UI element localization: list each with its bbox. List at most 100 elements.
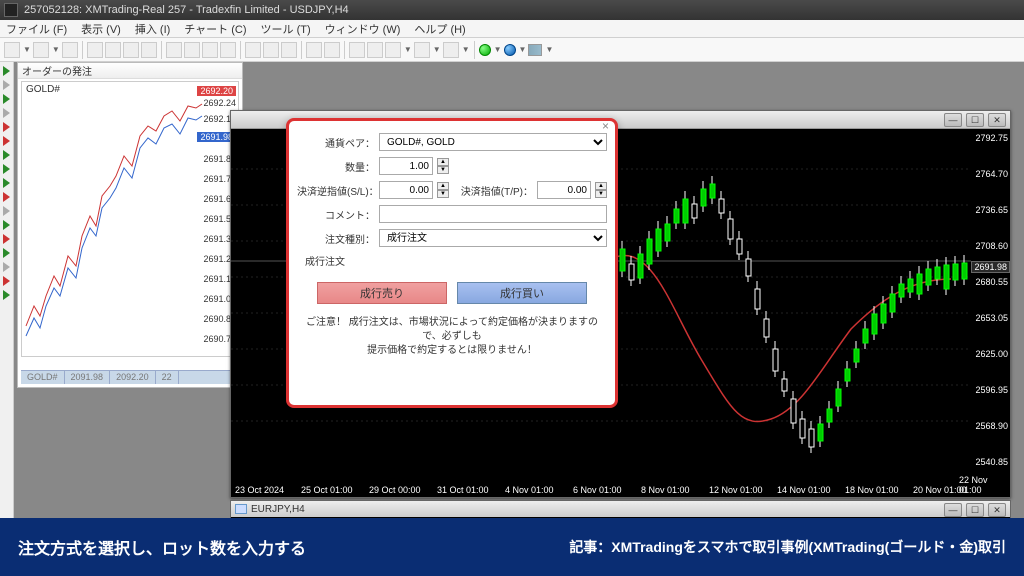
- x-tick: 25 Oct 01:00: [301, 485, 353, 495]
- tool-meta-icon[interactable]: [184, 42, 200, 58]
- minimize-icon[interactable]: —: [944, 503, 962, 517]
- sidebar-down-icon: [3, 136, 10, 146]
- comment-label: コメント：: [297, 207, 375, 222]
- minichart-icon[interactable]: [528, 44, 542, 56]
- tick-price: 2692.24: [203, 98, 236, 108]
- tp-label: 決済指値(T/P)：: [453, 183, 533, 198]
- menu-insert[interactable]: 挿入 (I): [135, 21, 170, 37]
- caption-right: 記事：XMTradingをスマホで取引事例(XMTrading(ゴールド・金)取…: [569, 537, 1006, 557]
- x-tick: 23 Oct 2024: [235, 485, 284, 495]
- tp-input[interactable]: [537, 181, 591, 199]
- sidebar-up-icon: [3, 94, 10, 104]
- tool-expert-icon[interactable]: [202, 42, 218, 58]
- tool-template-icon[interactable]: [443, 42, 459, 58]
- sl-label: 決済逆指値(S/L)：: [297, 183, 375, 198]
- tool-profiles-icon[interactable]: [62, 42, 78, 58]
- y-tick: 2680.55: [975, 277, 1008, 287]
- sidebar-up-icon: [3, 150, 10, 160]
- y-tick: 2764.70: [975, 169, 1008, 179]
- tool-order-icon[interactable]: [166, 42, 182, 58]
- tool-candle-icon[interactable]: [263, 42, 279, 58]
- y-tick: 2736.65: [975, 205, 1008, 215]
- tool-period-icon[interactable]: [414, 42, 430, 58]
- menu-file[interactable]: ファイル (F): [6, 21, 67, 37]
- sub-chart-label: EURJPY,H4: [251, 504, 305, 515]
- x-tick: 18 Nov 01:00: [845, 485, 899, 495]
- chart-doc-icon: [235, 504, 247, 514]
- tick-chart: GOLD# 2692.20 2691.98 2692.24 2692.12 26…: [21, 81, 239, 357]
- tick-symbol: GOLD#: [26, 84, 60, 95]
- minimize-icon[interactable]: —: [944, 113, 962, 127]
- tool-new-icon[interactable]: [4, 42, 20, 58]
- y-tick: 2625.00: [975, 349, 1008, 359]
- autotrade-icon[interactable]: [479, 44, 491, 56]
- tool-ind-icon[interactable]: [385, 42, 401, 58]
- sl-input[interactable]: [379, 181, 433, 199]
- sl-spinner[interactable]: ▲▼: [437, 182, 449, 198]
- order-tab[interactable]: GOLD#: [21, 371, 65, 384]
- close-icon[interactable]: ✕: [988, 113, 1006, 127]
- tool-strategy-icon[interactable]: [141, 42, 157, 58]
- sell-button[interactable]: 成行売り: [317, 282, 447, 304]
- close-icon[interactable]: ✕: [988, 503, 1006, 517]
- titlebar: 257052128: XMTrading-Real 257 - Tradexfi…: [0, 0, 1024, 20]
- tool-zoomin-icon[interactable]: [306, 42, 322, 58]
- x-tick: 4 Nov 01:00: [505, 485, 554, 495]
- order-panel: オーダーの発注 GOLD# 2692.20 2691.98 2692.24 26…: [17, 62, 243, 388]
- menu-chart[interactable]: チャート (C): [184, 21, 246, 37]
- tp-spinner[interactable]: ▲▼: [595, 182, 607, 198]
- tool-nav-icon[interactable]: [105, 42, 121, 58]
- order-type-select[interactable]: 成行注文: [379, 229, 607, 247]
- menu-tools[interactable]: ツール (T): [261, 21, 311, 37]
- symbol-select[interactable]: GOLD#, GOLD: [379, 133, 607, 151]
- sidebar-down-icon: [3, 192, 10, 202]
- app-title: 257052128: XMTrading-Real 257 - Tradexfi…: [24, 4, 349, 16]
- volume-label: 数量：: [297, 159, 375, 174]
- x-tick: 29 Oct 00:00: [369, 485, 421, 495]
- dialog-note: ご注意！ 成行注文は、市場状況によって約定価格が決まりますので、必ずしも提示価格…: [289, 316, 615, 358]
- ask-badge: 2692.20: [197, 86, 236, 96]
- comment-input[interactable]: [379, 205, 607, 223]
- x-tick: 6 Nov 01:00: [573, 485, 622, 495]
- menu-window[interactable]: ウィンドウ (W): [325, 21, 401, 37]
- y-tick: 2653.05: [975, 313, 1008, 323]
- tool-shift-icon[interactable]: [367, 42, 383, 58]
- volume-spinner[interactable]: ▲▼: [437, 158, 449, 174]
- tool-line-icon[interactable]: [281, 42, 297, 58]
- tool-zoomout-icon[interactable]: [324, 42, 340, 58]
- tool-bar-icon[interactable]: [245, 42, 261, 58]
- maximize-icon[interactable]: ☐: [966, 113, 984, 127]
- x-tick: 8 Nov 01:00: [641, 485, 690, 495]
- sidebar-marker-icon: [3, 206, 10, 216]
- tool-market-icon[interactable]: [87, 42, 103, 58]
- price-marker: 2691.98: [971, 261, 1010, 273]
- y-tick: 2792.75: [975, 133, 1008, 143]
- refresh-icon[interactable]: [504, 44, 516, 56]
- sidebar-up-icon: [3, 220, 10, 230]
- volume-input[interactable]: [379, 157, 433, 175]
- tool-save-icon[interactable]: [33, 42, 49, 58]
- sidebar-up-icon: [3, 178, 10, 188]
- tool-auto-icon[interactable]: [349, 42, 365, 58]
- sidebar-marker-icon: [3, 108, 10, 118]
- dialog-close-icon[interactable]: ×: [602, 119, 609, 133]
- buy-button[interactable]: 成行買い: [457, 282, 587, 304]
- maximize-icon[interactable]: ☐: [966, 503, 984, 517]
- menubar[interactable]: ファイル (F) 表示 (V) 挿入 (I) チャート (C) ツール (T) …: [0, 20, 1024, 38]
- menu-help[interactable]: ヘルプ (H): [414, 21, 465, 37]
- sidebar-up-icon: [3, 66, 10, 76]
- tool-options-icon[interactable]: [220, 42, 236, 58]
- sub-chart-title: EURJPY,H4 — ☐ ✕: [231, 501, 1010, 517]
- tool-terminal-icon[interactable]: [123, 42, 139, 58]
- toolbar: ▼ ▼ ▼ ▼ ▼ ▼ ▼ ▼: [0, 38, 1024, 62]
- sidebar-up-icon: [3, 248, 10, 258]
- y-tick: 2708.60: [975, 241, 1008, 251]
- order-tab: 2091.98: [65, 371, 111, 384]
- menu-view[interactable]: 表示 (V): [81, 21, 121, 37]
- sidebar-marker-icon: [3, 262, 10, 272]
- y-tick: 2540.85: [975, 457, 1008, 467]
- order-panel-title: オーダーの発注: [18, 63, 242, 79]
- tick-lines: [24, 96, 204, 354]
- caption-overlay: 注文方式を選択し、ロット数を入力する 記事：XMTradingをスマホで取引事例…: [0, 518, 1024, 576]
- x-tick: 31 Oct 01:00: [437, 485, 489, 495]
